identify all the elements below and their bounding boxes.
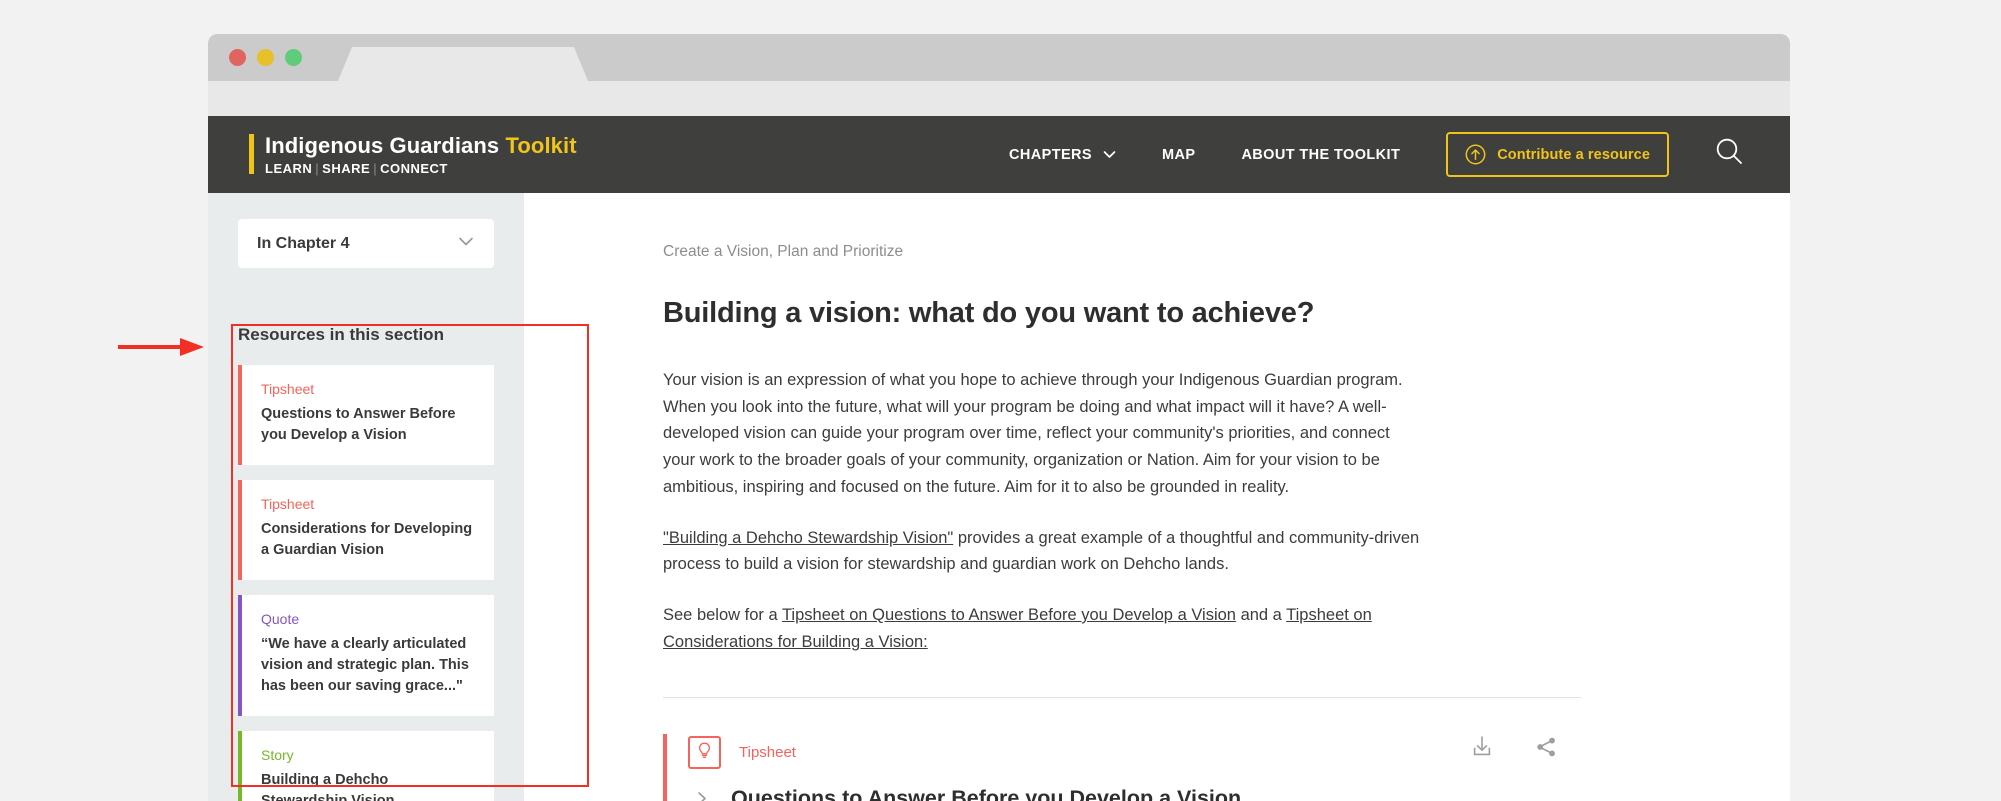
minimize-window-button[interactable] (257, 49, 274, 66)
page-body: In Chapter 4 Resources in this section T… (208, 193, 1790, 801)
chevron-down-icon (457, 232, 475, 255)
search-icon (1713, 135, 1747, 174)
chapter-select-label: In Chapter 4 (257, 234, 350, 252)
site-logo[interactable]: Indigenous Guardians Toolkit LEARN | SHARE… (249, 133, 577, 176)
body-paragraph-3: See below for a Tipsheet on Questions to… (663, 602, 1424, 655)
nav-item-map[interactable]: MAP (1162, 147, 1195, 163)
site-header: Indigenous Guardians Toolkit LEARN | SHARE… (208, 116, 1790, 193)
traffic-light-group (229, 49, 302, 66)
download-icon[interactable] (1469, 734, 1495, 760)
resource-title: “We have a clearly articulated vision an… (261, 636, 469, 695)
tipsheet-questions-link[interactable]: Tipsheet on Questions to Answer Before y… (782, 606, 1236, 624)
chapter-select-dropdown[interactable]: In Chapter 4 (238, 219, 494, 268)
resource-block-actions (1469, 734, 1559, 760)
resource-type-badge (688, 736, 721, 770)
lightbulb-icon (695, 741, 714, 765)
brand-title: Indigenous Guardians Toolkit (265, 133, 577, 158)
main-content: Create a Vision, Plan and Prioritize Bui… (524, 193, 1790, 801)
resource-kind-label: Story (261, 747, 294, 764)
browser-toolbar (208, 81, 1790, 116)
body-paragraph-2: "Building a Dehcho Stewardship Vision" p… (663, 525, 1424, 578)
resource-title: Building a Dehcho Stewardship Vision (261, 772, 395, 801)
resource-kind-label: Quote (261, 611, 300, 628)
tagline-share: SHARE (322, 161, 371, 177)
resources-panel-title: Resources in this section (238, 325, 444, 344)
nav-item-chapters[interactable]: CHAPTERS (1009, 147, 1116, 163)
resource-title: Considerations for Developing a Guardian… (261, 521, 473, 559)
list-item[interactable]: Tipsheet Questions to Answer Before you … (238, 365, 494, 466)
logo-accent-bar (249, 134, 254, 175)
close-window-button[interactable] (229, 49, 246, 66)
resources-list: Tipsheet Questions to Answer Before you … (208, 365, 524, 801)
resource-block-title: Questions to Answer Before you Develop a… (731, 786, 1242, 801)
screen-root: Indigenous Guardians Toolkit LEARN | SHARE… (0, 0, 2001, 801)
dehcho-stewardship-vision-link[interactable]: "Building a Dehcho Stewardship Vision" (663, 529, 953, 547)
paragraph-3-pre: See below for a (663, 606, 782, 625)
content-divider (663, 697, 1581, 699)
list-item[interactable]: Tipsheet Considerations for Developing a… (238, 480, 494, 581)
nav-item-about-the-toolkit[interactable]: ABOUT THE TOOLKIT (1241, 147, 1400, 163)
body-paragraph-1: Your vision is an expression of what you… (663, 371, 1403, 496)
browser-titlebar (208, 34, 1790, 81)
browser-window: Indigenous Guardians Toolkit LEARN | SHARE… (208, 34, 1790, 801)
resource-block-kicker: Tipsheet (739, 744, 796, 762)
resource-kind-label: Tipsheet (261, 381, 315, 397)
resource-title: Questions to Answer Before you Develop a… (261, 406, 456, 444)
share-icon[interactable] (1533, 734, 1559, 760)
main-navigation: CHAPTERS MAP ABOUT THE TOOLKIT Contribut… (1009, 132, 1790, 177)
upload-circle-icon (1465, 144, 1486, 165)
page-title: Building a vision: what do you want to a… (663, 297, 1315, 329)
nav-chapters-label: CHAPTERS (1009, 146, 1093, 163)
resource-block-tipsheet[interactable]: Tipsheet Questions to Answer Before you … (663, 734, 1581, 801)
chevron-right-icon[interactable] (695, 789, 710, 801)
tagline-sep-1: | (315, 161, 320, 177)
list-item[interactable]: Quote “We have a clearly articulated vis… (238, 595, 494, 717)
tagline-sep-2: | (373, 161, 378, 177)
paragraph-3-mid: and a (1235, 606, 1287, 625)
brand-title-main: Indigenous Guardians (265, 132, 500, 158)
contribute-a-resource-button[interactable]: Contribute a resource (1446, 132, 1669, 177)
breadcrumb: Create a Vision, Plan and Prioritize (663, 243, 904, 260)
browser-tab[interactable] (352, 47, 574, 81)
brand-title-accent: Toolkit (505, 132, 577, 158)
tagline-learn: LEARN (265, 161, 313, 177)
brand-tagline: LEARN | SHARE | CONNECT (265, 161, 577, 176)
list-item[interactable]: Story Building a Dehcho Stewardship Visi… (238, 731, 494, 801)
search-button[interactable] (1713, 138, 1747, 172)
nav-about-label: ABOUT THE TOOLKIT (1241, 146, 1401, 163)
nav-map-label: MAP (1162, 146, 1196, 163)
right-arrow-annotation-icon (118, 336, 206, 358)
tagline-connect: CONNECT (380, 161, 448, 177)
sidebar: In Chapter 4 Resources in this section T… (208, 193, 524, 801)
resources-panel: Resources in this section Tipsheet Quest… (208, 302, 524, 801)
contribute-label: Contribute a resource (1497, 146, 1650, 163)
resource-kind-label: Tipsheet (261, 496, 315, 513)
maximize-window-button[interactable] (285, 49, 302, 66)
chevron-down-icon (1103, 148, 1116, 161)
